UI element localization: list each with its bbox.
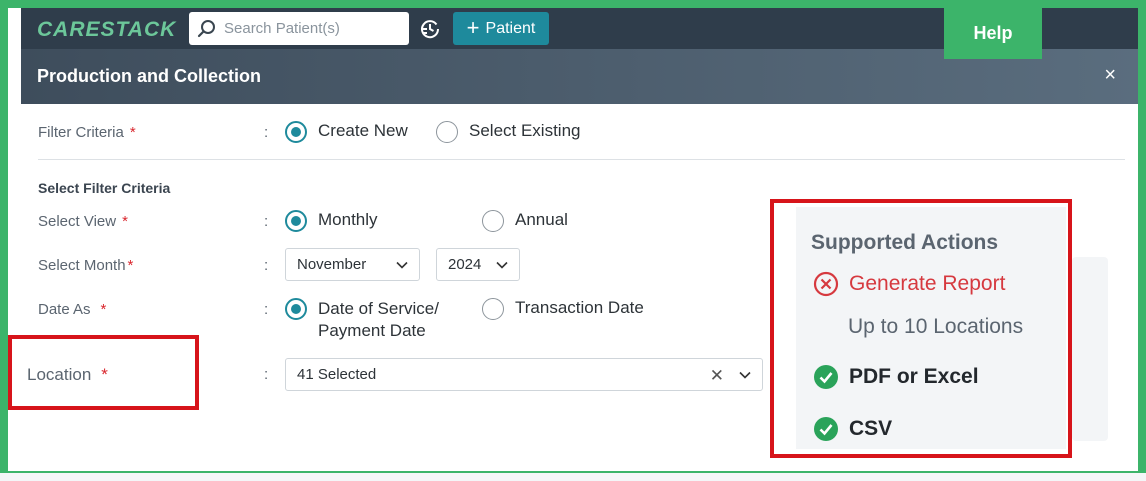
date-of-service-line1: Date of Service/ — [318, 299, 439, 318]
panel-backdrop — [1072, 257, 1108, 441]
colon: : — [264, 301, 269, 318]
add-patient-label: Patient — [485, 19, 536, 37]
month-select[interactable]: November — [285, 248, 420, 281]
select-month-text: Select Month — [38, 257, 126, 274]
recent-activity-button[interactable] — [418, 17, 442, 41]
date-of-service-line2: Payment Date — [318, 321, 426, 340]
required-marker: * — [129, 124, 136, 141]
filter-criteria-label: Filter Criteria * — [38, 124, 136, 141]
date-as-label: Date As * — [38, 301, 106, 318]
location-highlight-box — [8, 335, 199, 410]
search-placeholder: Search Patient(s) — [224, 20, 340, 37]
radio-monthly-label: Monthly — [318, 210, 378, 229]
search-icon — [197, 19, 215, 37]
select-month-label: Select Month * — [38, 257, 133, 274]
carestack-logo[interactable]: CARESTACK — [37, 18, 176, 42]
radio-date-of-service[interactable]: Date of Service/ Payment Date — [285, 298, 439, 342]
required-marker: * — [127, 257, 134, 274]
required-marker: * — [122, 213, 128, 230]
add-patient-button[interactable]: + Patient — [453, 12, 549, 45]
colon: : — [264, 124, 269, 141]
radio-unselected-icon — [436, 121, 458, 143]
modal-title: Production and Collection — [37, 66, 261, 86]
radio-create-new-label: Create New — [318, 121, 408, 140]
radio-unselected-icon — [482, 210, 504, 232]
clear-icon[interactable]: ✕ — [710, 366, 724, 386]
colon: : — [264, 366, 269, 383]
location-select-value: 41 Selected — [297, 366, 377, 383]
app-window: CARESTACK Search Patient(s) + Patient He… — [8, 8, 1138, 471]
chevron-down-icon — [396, 261, 408, 269]
radio-transaction-date-label: Transaction Date — [515, 298, 644, 317]
help-button[interactable]: Help — [944, 8, 1042, 59]
section-title: Select Filter Criteria — [38, 180, 171, 196]
plus-icon: + — [466, 14, 480, 40]
supported-actions-highlight-box — [770, 199, 1072, 458]
radio-annual-label: Annual — [515, 210, 568, 229]
select-view-text: Select View — [38, 213, 117, 230]
select-view-label: Select View * — [38, 213, 128, 230]
radio-date-of-service-label: Date of Service/ Payment Date — [318, 298, 439, 342]
top-nav: CARESTACK Search Patient(s) + Patient He… — [21, 8, 1138, 59]
date-as-text: Date As — [38, 301, 91, 318]
location-multiselect[interactable]: 41 Selected ✕ — [285, 358, 763, 391]
search-patient-input[interactable]: Search Patient(s) — [189, 12, 409, 45]
colon: : — [264, 213, 269, 230]
radio-monthly[interactable]: Monthly — [285, 210, 378, 232]
colon: : — [264, 257, 269, 274]
radio-unselected-icon — [482, 298, 504, 320]
radio-annual[interactable]: Annual — [482, 210, 568, 232]
radio-transaction-date[interactable]: Transaction Date — [482, 298, 644, 320]
chevron-down-icon — [739, 371, 751, 379]
divider — [38, 159, 1125, 160]
radio-selected-icon — [285, 210, 307, 232]
bottom-strip — [0, 473, 1146, 481]
filter-criteria-text: Filter Criteria — [38, 124, 124, 141]
year-select[interactable]: 2024 — [436, 248, 520, 281]
clock-history-icon — [421, 20, 440, 39]
radio-select-existing[interactable]: Select Existing — [436, 121, 581, 143]
year-select-value: 2024 — [448, 256, 482, 273]
radio-selected-icon — [285, 298, 307, 320]
radio-create-new[interactable]: Create New — [285, 121, 408, 143]
required-marker: * — [100, 301, 107, 318]
chevron-down-icon — [496, 261, 508, 269]
close-icon[interactable]: × — [1104, 65, 1116, 85]
radio-selected-icon — [285, 121, 307, 143]
radio-select-existing-label: Select Existing — [469, 121, 581, 140]
month-select-value: November — [297, 256, 367, 273]
